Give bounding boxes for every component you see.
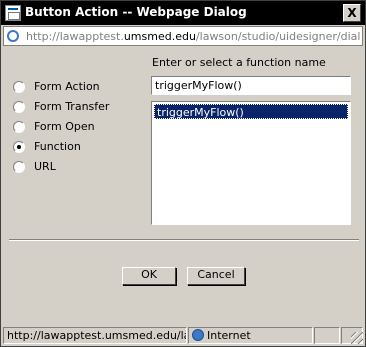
dialog-icon: [5, 5, 21, 21]
address-bar: http://lawapptest.umsmed.edu/lawson/stud…: [3, 26, 363, 46]
status-pane-empty: [314, 327, 340, 344]
radio-label: Form Transfer: [34, 100, 110, 113]
address-url: http://lawapptest.umsmed.edu/lawson/stud…: [26, 30, 360, 43]
url-host: umsmed.edu: [123, 30, 196, 43]
radio-button[interactable]: [13, 121, 25, 133]
radio-label: URL: [34, 160, 56, 173]
dialog-window: Button Action -- Webpage Dialog X http:/…: [0, 0, 366, 347]
function-prompt: Enter or select a function name: [152, 56, 326, 69]
radio-label: Form Action: [34, 80, 100, 93]
window-title: Button Action -- Webpage Dialog: [25, 5, 247, 19]
radio-button[interactable]: [13, 81, 25, 93]
status-zone: Internet: [188, 327, 313, 344]
radio-label: Function: [34, 140, 81, 153]
url-suffix: /lawson/studio/uidesigner/dialogs/btn: [195, 30, 360, 43]
url-prefix: http://lawapptest.: [26, 30, 124, 43]
close-button[interactable]: X: [343, 4, 361, 22]
function-name-input[interactable]: triggerMyFlow(): [151, 76, 351, 95]
radio-button[interactable]: [13, 141, 25, 153]
title-bar[interactable]: Button Action -- Webpage Dialog X: [1, 1, 365, 25]
status-bar: http://lawapptest.umsmed.edu/lawso Inter…: [1, 324, 365, 346]
radio-button[interactable]: [13, 161, 25, 173]
resize-grip-icon[interactable]: [351, 332, 363, 344]
list-item[interactable]: triggerMyFlow(): [154, 104, 348, 119]
divider: [9, 239, 359, 241]
globe-icon: [192, 329, 204, 341]
status-url: http://lawapptest.umsmed.edu/lawso: [3, 327, 187, 344]
cancel-button[interactable]: Cancel: [187, 267, 245, 285]
function-list[interactable]: triggerMyFlow(): [151, 101, 351, 225]
radio-button[interactable]: [13, 101, 25, 113]
radio-label: Form Open: [34, 120, 95, 133]
status-zone-label: Internet: [207, 329, 251, 342]
ok-button[interactable]: OK: [122, 267, 176, 285]
ie-page-icon: [7, 30, 19, 42]
